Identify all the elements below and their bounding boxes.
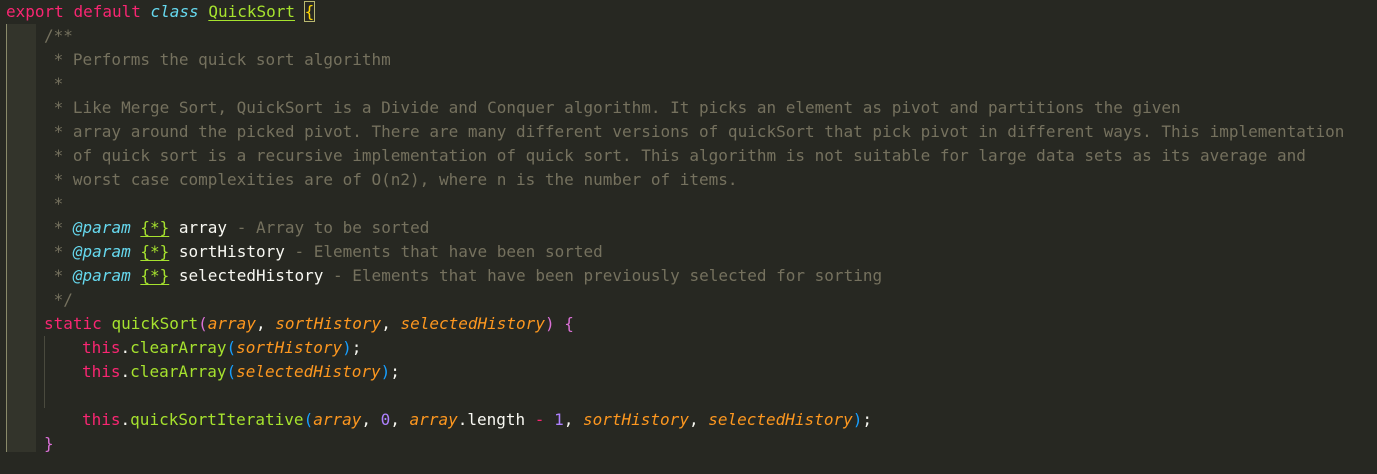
indent-guide (6, 24, 7, 452)
class-name: QuickSort (208, 2, 296, 21)
comment-param-line: * @param {*} sortHistory - Elements that… (44, 242, 603, 261)
this-keyword: this (82, 338, 121, 357)
this-keyword: this (82, 410, 121, 429)
this-keyword: this (82, 362, 121, 381)
method-close-brace: } (44, 434, 54, 453)
jsdoc-param-name: array (178, 218, 228, 237)
param: selectedHistory (400, 314, 545, 333)
comment-line: * Performs the quick sort algorithm (44, 50, 391, 69)
code-editor[interactable]: export default class QuickSort { /** * P… (0, 0, 1377, 474)
code-line: this.clearArray(sortHistory); (82, 338, 362, 357)
comment-line: * (44, 194, 64, 213)
jsdoc-type: {*} (140, 242, 170, 261)
comment-line: */ (44, 290, 73, 309)
call-name: clearArray (130, 338, 227, 357)
class-open-brace: { (303, 1, 316, 22)
comment-param-line: * @param {*} array - Array to be sorted (44, 218, 430, 237)
keyword-static: static (44, 314, 102, 333)
keyword-export: export (6, 2, 64, 21)
jsdoc-param-name: selectedHistory (178, 266, 324, 285)
method-name: quickSort (111, 314, 199, 333)
comment-line: /** (44, 26, 73, 45)
code-line: this.quickSortIterative(array, 0, array.… (82, 410, 872, 429)
call-name: quickSortIterative (130, 410, 304, 429)
indent-guide (44, 336, 45, 408)
indent-gap-highlight (6, 24, 36, 452)
param: sortHistory (275, 314, 382, 333)
comment-line: * array around the picked pivot. There a… (44, 122, 1345, 141)
code-line: this.clearArray(selectedHistory); (82, 362, 400, 381)
jsdoc-tag: @param (72, 242, 131, 261)
jsdoc-tag: @param (72, 218, 131, 237)
comment-line: * of quick sort is a recursive implement… (44, 146, 1306, 165)
code-line: static quickSort(array, sortHistory, sel… (44, 314, 574, 333)
call-name: clearArray (130, 362, 227, 381)
comment-line: * (44, 74, 64, 93)
comment-param-line: * @param {*} selectedHistory - Elements … (44, 266, 883, 285)
jsdoc-type: {*} (140, 266, 170, 285)
code-line: export default class QuickSort { (6, 0, 316, 24)
jsdoc-tag: @param (72, 266, 131, 285)
param: array (207, 314, 256, 333)
comment-line: * worst case complexities are of O(n2), … (44, 170, 738, 189)
keyword-class: class (150, 2, 199, 21)
jsdoc-param-name: sortHistory (178, 242, 285, 261)
comment-line: * Like Merge Sort, QuickSort is a Divide… (44, 98, 1181, 117)
jsdoc-type: {*} (140, 218, 170, 237)
keyword-default: default (73, 2, 141, 21)
